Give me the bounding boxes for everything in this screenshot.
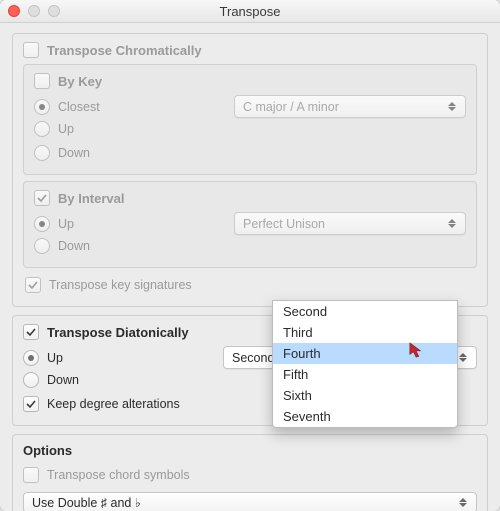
label-by-key-up: Up xyxy=(58,122,74,136)
dialog-content: Transpose Chromatically By Key Closest xyxy=(0,23,500,511)
select-accidentals-value: Use Double ♯ and ♭ xyxy=(32,495,141,510)
window-controls xyxy=(0,5,60,17)
select-interval-diatonic-value: Second xyxy=(232,351,274,365)
checkbox-transpose-chord-symbols[interactable] xyxy=(23,467,39,483)
subgroup-by-key: By Key Closest C major / A minor xyxy=(23,64,477,175)
option-third[interactable]: Third xyxy=(273,322,457,343)
option-fourth[interactable]: Fourth xyxy=(273,343,457,364)
select-interval-diatonic-popup[interactable]: SecondThirdFourthFifthSixthSeventh xyxy=(272,300,458,428)
select-key-value: C major / A minor xyxy=(243,100,339,114)
select-interval-chromatic[interactable]: Perfect Unison xyxy=(234,212,466,235)
radio-by-key-up[interactable] xyxy=(34,121,50,137)
label-by-interval-up: Up xyxy=(58,217,74,231)
checkbox-diatonic[interactable] xyxy=(23,324,39,340)
label-keep-alterations: Keep degree alterations xyxy=(47,397,180,411)
label-by-key-down: Down xyxy=(58,146,90,160)
label-chromatic-title: Transpose Chromatically xyxy=(47,43,202,58)
option-sixth[interactable]: Sixth xyxy=(273,385,457,406)
label-by-key: By Key xyxy=(58,74,102,89)
radio-by-key-down[interactable] xyxy=(34,145,50,161)
select-interval-chromatic-value: Perfect Unison xyxy=(243,217,325,231)
checkbox-transpose-key-signatures[interactable] xyxy=(25,277,41,293)
chevron-updown-icon xyxy=(443,96,461,117)
label-options-title: Options xyxy=(23,443,477,458)
minimize-icon xyxy=(28,5,40,17)
titlebar: Transpose xyxy=(0,0,500,23)
radio-by-key-closest[interactable] xyxy=(34,99,50,115)
chevron-updown-icon xyxy=(443,213,461,234)
group-options: Options Transpose chord symbols Use Doub… xyxy=(12,434,488,511)
option-seventh[interactable]: Seventh xyxy=(273,406,457,427)
checkbox-by-interval[interactable] xyxy=(34,190,50,206)
label-diatonic-up: Up xyxy=(47,351,63,365)
radio-diatonic-up[interactable] xyxy=(23,350,39,366)
chevron-updown-icon xyxy=(454,493,472,511)
label-diatonic-down: Down xyxy=(47,373,79,387)
label-by-interval-down: Down xyxy=(58,239,90,253)
select-accidentals[interactable]: Use Double ♯ and ♭ xyxy=(23,492,477,511)
group-chromatic: Transpose Chromatically By Key Closest xyxy=(12,33,488,307)
option-second[interactable]: Second xyxy=(273,301,457,322)
checkbox-chromatic[interactable] xyxy=(23,42,39,58)
label-by-interval: By Interval xyxy=(58,191,124,206)
checkbox-keep-alterations[interactable] xyxy=(23,396,39,412)
label-closest: Closest xyxy=(58,100,100,114)
label-transpose-chord-symbols: Transpose chord symbols xyxy=(47,468,190,482)
select-key[interactable]: C major / A minor xyxy=(234,95,466,118)
radio-diatonic-down[interactable] xyxy=(23,372,39,388)
close-icon[interactable] xyxy=(8,5,20,17)
label-transpose-key-signatures: Transpose key signatures xyxy=(49,278,192,292)
option-fifth[interactable]: Fifth xyxy=(273,364,457,385)
subgroup-by-interval: By Interval Up Perfect Unison xyxy=(23,181,477,268)
transpose-dialog: Transpose Transpose Chromatically By Key xyxy=(0,0,500,511)
radio-by-interval-down[interactable] xyxy=(34,238,50,254)
label-diatonic-title: Transpose Diatonically xyxy=(47,325,189,340)
window-title: Transpose xyxy=(0,4,500,19)
zoom-icon xyxy=(48,5,60,17)
radio-by-interval-up[interactable] xyxy=(34,216,50,232)
checkbox-by-key[interactable] xyxy=(34,73,50,89)
